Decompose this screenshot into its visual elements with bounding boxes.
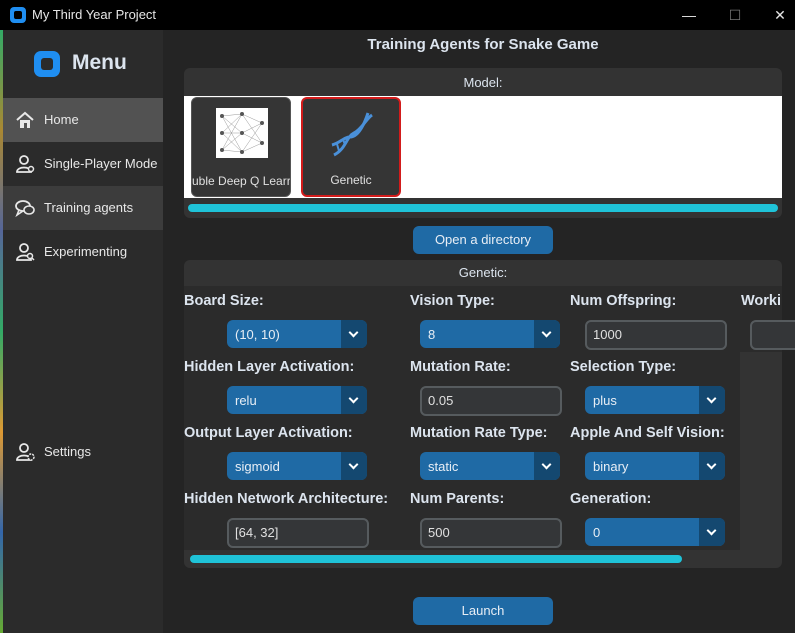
working-input[interactable] [750,320,795,350]
user-search-icon [16,243,35,261]
output-activation-label: Output Layer Activation: [184,425,353,441]
maximize-button[interactable]: ☐ [720,4,750,26]
num-offspring-input[interactable]: 1000 [585,320,727,350]
sidebar-item-label: Training agents [44,200,134,215]
generation-value: 0 [593,525,601,540]
launch-button[interactable]: Launch [413,597,553,625]
generation-dropdown[interactable]: 0 [585,518,725,546]
board-size-dropdown[interactable]: (10, 10) [227,320,367,348]
apple-self-vision-dropdown[interactable]: binary [585,452,725,480]
num-parents-input[interactable]: 500 [420,518,562,548]
sidebar-item-label: Settings [44,444,91,459]
chevron-down-icon[interactable] [699,518,725,546]
sidebar-item-label: Experimenting [44,244,128,259]
output-activation-dropdown[interactable]: sigmoid [227,452,367,480]
hidden-activation-value: relu [235,393,257,408]
chevron-down-icon[interactable] [699,452,725,480]
open-directory-button[interactable]: Open a directory [413,226,553,254]
chevron-down-icon[interactable] [341,452,367,480]
model-label: Model: [463,75,503,90]
mutation-rate-input[interactable]: 0.05 [420,386,562,416]
mutation-rate-label: Mutation Rate: [410,359,511,375]
sidebar-item-training[interactable]: Training agents [3,186,163,230]
user-gear-icon [16,443,35,461]
selection-type-value: plus [593,393,617,408]
vision-type-value: 8 [428,327,436,342]
generation-label: Generation: [570,491,652,507]
output-activation-value: sigmoid [235,459,280,474]
model-card-label: uble Deep Q Learr [192,174,291,188]
num-parents-label: Num Parents: [410,491,505,507]
home-icon [16,111,34,128]
model-card-genetic[interactable]: Genetic [301,97,401,197]
model-card-ddqn[interactable]: uble Deep Q Learr [191,97,291,197]
mutation-rate-type-value: static [428,459,459,474]
minimize-button[interactable]: — [674,4,704,26]
model-card-label: Genetic [330,173,372,187]
sidebar-item-settings[interactable]: Settings [3,430,163,474]
hidden-architecture-value: [64, 32] [235,525,279,540]
chevron-down-icon[interactable] [699,386,725,414]
vision-type-dropdown[interactable]: 8 [420,320,560,348]
chat-icon [15,200,35,218]
mutation-rate-type-label: Mutation Rate Type: [410,425,548,441]
sidebar-item-label: Single-Player Mode [44,156,158,171]
hidden-activation-dropdown[interactable]: relu [227,386,367,414]
neural-network-icon [216,108,268,158]
mutation-rate-type-dropdown[interactable]: static [420,452,560,480]
sidebar-item-single-player[interactable]: Single-Player Mode [3,142,163,186]
selection-type-label: Selection Type: [570,359,677,375]
board-size-label: Board Size: [184,293,264,309]
app-icon [10,7,26,23]
chevron-down-icon[interactable] [341,320,367,348]
sidebar-item-home[interactable]: Home [3,98,163,142]
hidden-architecture-input[interactable]: [64, 32] [227,518,369,548]
hidden-activation-label: Hidden Layer Activation: [184,359,355,375]
chevron-down-icon[interactable] [341,386,367,414]
sidebar: Menu Home Single-Player Mode Training ag… [3,30,163,633]
apple-self-vision-value: binary [593,459,629,474]
window-title: My Third Year Project [32,7,157,22]
close-button[interactable]: ✕ [765,4,795,26]
num-offspring-value: 1000 [593,327,622,342]
vision-type-label: Vision Type: [410,293,495,309]
apple-self-vision-label: Apple And Self Vision: [570,425,725,441]
num-offspring-label: Num Offspring: [570,293,677,309]
user-icon [16,155,35,173]
chevron-down-icon[interactable] [534,320,560,348]
sidebar-item-label: Home [44,112,79,127]
board-size-value: (10, 10) [235,327,280,342]
mutation-rate-value: 0.05 [428,393,454,408]
model-scrollbar[interactable] [188,204,778,212]
dna-icon [331,112,373,157]
working-label: Worki [741,293,782,309]
params-label: Genetic: [458,265,508,280]
menu-logo-icon [34,51,60,77]
num-parents-value: 500 [428,525,450,540]
page-title: Training Agents for Snake Game [367,36,599,53]
selection-type-dropdown[interactable]: plus [585,386,725,414]
chevron-down-icon[interactable] [534,452,560,480]
sidebar-item-experimenting[interactable]: Experimenting [3,230,163,274]
menu-title: Menu [72,51,127,74]
hidden-architecture-label: Hidden Network Architecture: [184,491,389,507]
params-scrollbar[interactable] [190,555,682,563]
